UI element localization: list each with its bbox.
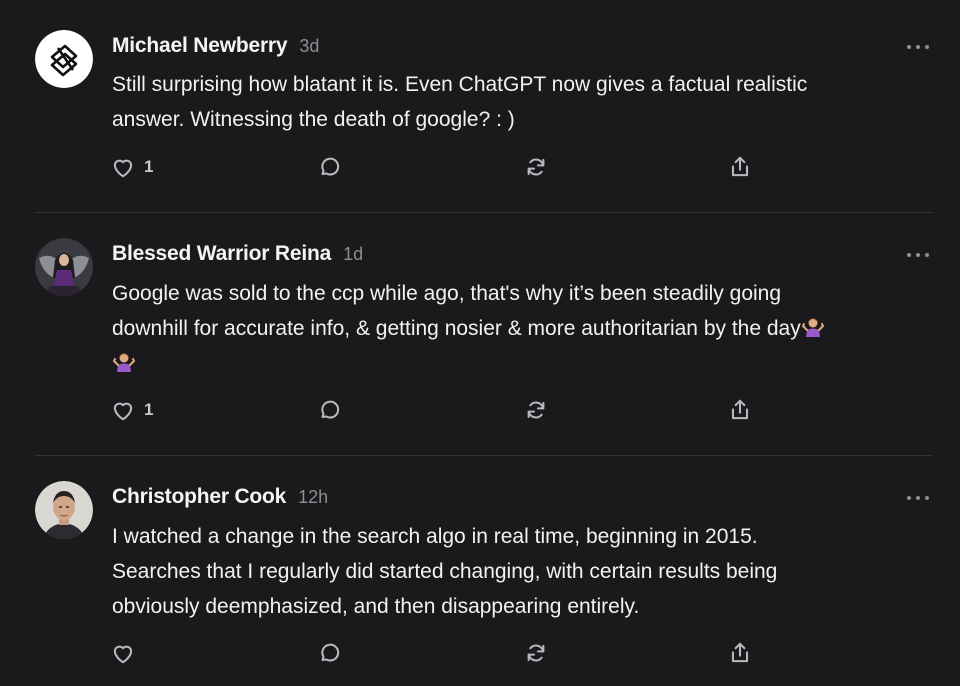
more-options-icon[interactable] xyxy=(907,42,929,52)
action-bar: 1 xyxy=(110,152,770,182)
heart-icon xyxy=(110,640,136,666)
timestamp[interactable]: 3d xyxy=(299,36,319,57)
comment-body: I watched a change in the search algo in… xyxy=(112,519,912,624)
portrait-avatar-icon xyxy=(35,481,93,539)
like-button[interactable] xyxy=(110,638,144,668)
person-shrugging-icon xyxy=(112,350,136,374)
like-button[interactable]: 1 xyxy=(110,152,153,182)
author-name[interactable]: Christopher Cook xyxy=(112,485,286,509)
like-count: 1 xyxy=(144,157,154,176)
repost-icon xyxy=(523,397,549,423)
comment-text-line: Searches that I regularly did started ch… xyxy=(112,560,778,583)
author-name[interactable]: Michael Newberry xyxy=(112,34,288,58)
repost-button[interactable] xyxy=(523,395,549,425)
timestamp[interactable]: 12h xyxy=(298,487,328,508)
comment-text: downhill for accurate info, & getting no… xyxy=(112,317,801,340)
comment-body: Still surprising how blatant it is. Even… xyxy=(112,67,912,137)
reply-button[interactable] xyxy=(316,638,342,668)
comment-feed: Michael Newberry 3d Still surprising how… xyxy=(0,0,960,686)
comment-item: Christopher Cook 12h I watched a change … xyxy=(0,456,960,686)
author-name[interactable]: Blessed Warrior Reina xyxy=(112,242,331,266)
comment-text-line xyxy=(112,346,912,381)
heart-icon xyxy=(110,397,136,423)
abstract-logo-avatar-icon xyxy=(35,30,93,88)
reply-button[interactable] xyxy=(316,395,342,425)
reply-button[interactable] xyxy=(316,152,342,182)
warrior-avatar-icon xyxy=(35,238,93,296)
comment-item: Blessed Warrior Reina 1d Google was sold… xyxy=(0,213,960,456)
comment-header: Blessed Warrior Reina 1d xyxy=(112,242,363,272)
avatar[interactable] xyxy=(35,238,93,296)
share-icon xyxy=(727,397,753,423)
share-button[interactable] xyxy=(727,638,753,668)
repost-icon xyxy=(523,640,549,666)
comment-bubble-icon xyxy=(316,397,342,423)
more-options-icon[interactable] xyxy=(907,493,929,503)
comment-bubble-icon xyxy=(316,154,342,180)
comment-item: Michael Newberry 3d Still surprising how… xyxy=(0,0,960,213)
repost-button[interactable] xyxy=(523,638,549,668)
share-button[interactable] xyxy=(727,395,753,425)
more-options-icon[interactable] xyxy=(907,250,929,260)
comment-header: Michael Newberry 3d xyxy=(112,34,319,64)
comment-text-line: answer. Witnessing the death of google? … xyxy=(112,108,515,131)
action-bar: 1 xyxy=(110,395,770,425)
like-count: 1 xyxy=(144,400,154,419)
action-bar xyxy=(110,638,770,668)
timestamp[interactable]: 1d xyxy=(343,244,363,265)
avatar[interactable] xyxy=(35,30,93,88)
avatar[interactable] xyxy=(35,481,93,539)
share-icon xyxy=(727,154,753,180)
comment-header: Christopher Cook 12h xyxy=(112,485,328,515)
person-shrugging-icon xyxy=(801,315,825,339)
heart-icon xyxy=(110,154,136,180)
comment-bubble-icon xyxy=(316,640,342,666)
share-icon xyxy=(727,640,753,666)
like-button[interactable]: 1 xyxy=(110,395,153,425)
comment-text-line: Google was sold to the ccp while ago, th… xyxy=(112,282,782,305)
share-button[interactable] xyxy=(727,152,753,182)
comment-text-line: Still surprising how blatant it is. Even… xyxy=(112,73,808,96)
repost-button[interactable] xyxy=(523,152,549,182)
comment-text-line: downhill for accurate info, & getting no… xyxy=(112,311,912,346)
comment-text-line: I watched a change in the search algo in… xyxy=(112,525,758,548)
repost-icon xyxy=(523,154,549,180)
comment-text-line: obviously deemphasized, and then disappe… xyxy=(112,595,640,618)
comment-body: Google was sold to the ccp while ago, th… xyxy=(112,276,912,381)
